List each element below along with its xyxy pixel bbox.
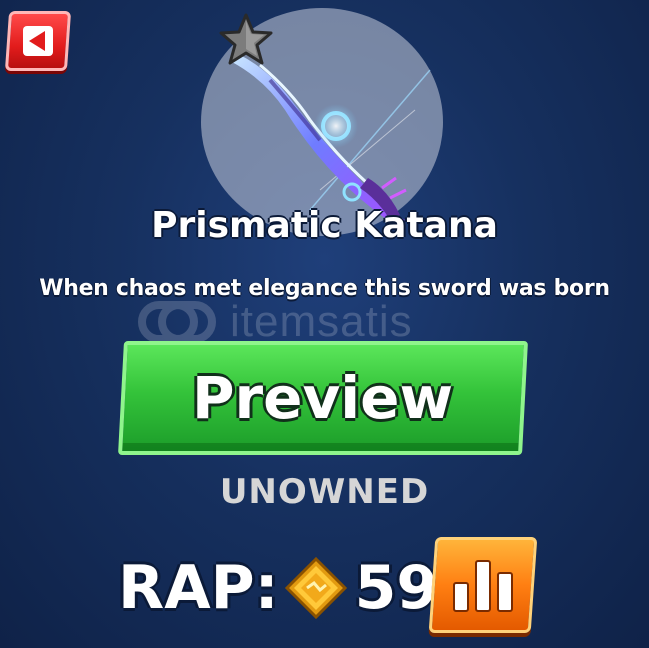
back-button[interactable]	[4, 11, 72, 71]
bar-chart-icon	[453, 560, 513, 612]
favorite-star-icon[interactable]	[218, 12, 274, 66]
watermark-text: itemsatis	[230, 297, 413, 346]
rap-display: RAP: 59	[118, 538, 438, 638]
item-title: Prismatic Katana	[151, 205, 498, 246]
coin-icon	[284, 557, 347, 619]
watermark-logo-icon	[138, 301, 216, 343]
preview-button-label: Preview	[192, 364, 454, 432]
back-arrow-icon	[23, 26, 53, 56]
rap-value: 59	[354, 553, 439, 623]
rap-stats-button[interactable]	[428, 537, 538, 633]
preview-button[interactable]: Preview	[118, 341, 528, 455]
ownership-status: UNOWNED	[219, 472, 430, 512]
rap-label: RAP:	[118, 553, 279, 623]
